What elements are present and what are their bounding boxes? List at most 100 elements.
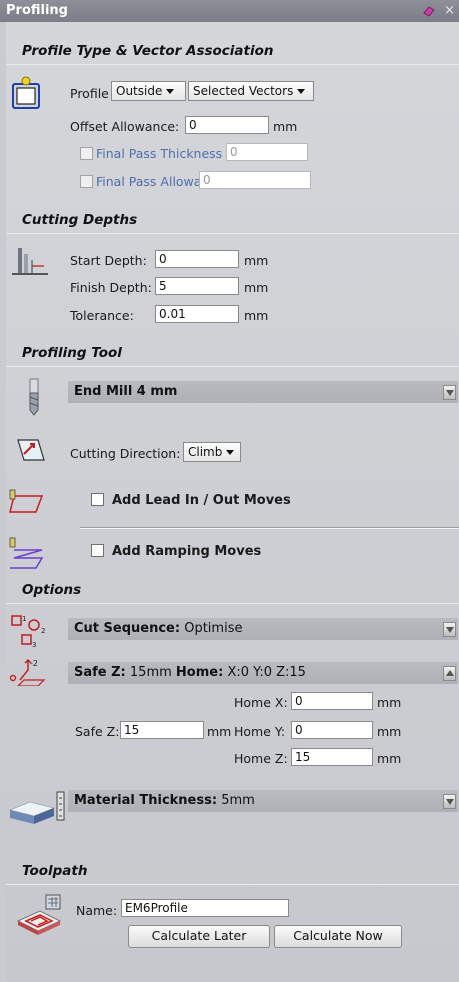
safe-z-bar-label: Safe Z: — [74, 665, 126, 680]
lead-in-checkbox[interactable] — [91, 493, 104, 506]
section-title-toolpath: Toolpath — [22, 863, 88, 879]
vectors-dropdown[interactable]: Selected Vectors — [188, 81, 314, 101]
section-title-options: Options — [22, 582, 82, 598]
chevron-down-icon — [226, 450, 235, 455]
ramping-label: Add Ramping Moves — [112, 544, 262, 559]
section-title-profile-type: Profile Type & Vector Association — [22, 43, 274, 59]
material-thickness-label: Material Thickness: — [74, 793, 218, 808]
safe-z-icon: -2 — [8, 656, 48, 689]
unit-label: mm — [273, 119, 298, 134]
svg-text:1: 1 — [22, 615, 26, 623]
profile-label: Profile — [70, 86, 109, 101]
unit-label: mm — [377, 724, 402, 739]
chevron-down-icon — [446, 390, 454, 396]
finish-depth-label: Finish Depth: — [70, 280, 152, 295]
svg-text:3: 3 — [32, 641, 36, 649]
chevron-up-icon — [446, 670, 454, 676]
unit-label: mm — [377, 695, 402, 710]
home-bar-label: Home: — [175, 665, 224, 680]
home-z-input[interactable]: 15 — [291, 748, 373, 766]
material-thickness-icon — [8, 786, 66, 829]
material-thickness-bar[interactable]: Material Thickness: 5mm — [68, 790, 458, 812]
ramping-icon — [8, 536, 48, 573]
section-divider — [6, 366, 459, 367]
chevron-down-icon — [446, 627, 454, 633]
profile-outside-icon — [10, 76, 44, 113]
section-title-profiling-tool: Profiling Tool — [22, 345, 122, 361]
safe-z-summary: Safe Z: 15mm Home: X:0 Y:0 Z:15 — [74, 665, 306, 680]
final-pass-thickness-label: Final Pass Thickness — [96, 146, 223, 161]
svg-text:-2: -2 — [30, 659, 38, 668]
cut-sequence-bar[interactable]: Cut Sequence: Optimise — [68, 618, 458, 640]
home-x-label: Home X: — [234, 695, 288, 710]
safe-z-collapse-toggle[interactable] — [443, 666, 456, 681]
profile-type-value: Outside — [116, 84, 163, 98]
section-divider — [6, 233, 459, 234]
cutting-depth-icon — [10, 246, 50, 285]
finish-depth-input[interactable]: 5 — [155, 277, 239, 295]
svg-text:2: 2 — [41, 627, 45, 635]
tool-expand-toggle[interactable] — [443, 385, 456, 400]
material-expand-toggle[interactable] — [443, 794, 456, 809]
cutting-direction-label: Cutting Direction: — [70, 446, 181, 461]
cut-sequence-label: Cut Sequence: — [74, 621, 181, 636]
toolpath-name-label: Name: — [76, 903, 118, 918]
chevron-down-icon — [297, 89, 306, 94]
unit-label: mm — [207, 724, 232, 739]
cutting-direction-value: Climb — [188, 445, 223, 459]
unit-label: mm — [377, 751, 402, 766]
tool-bar[interactable]: End Mill 4 mm — [68, 381, 458, 403]
cut-sequence-value: Optimise — [184, 621, 243, 636]
cut-sequence-text: Cut Sequence: Optimise — [74, 621, 242, 636]
unit-label: mm — [244, 253, 269, 268]
section-title-cutting-depths: Cutting Depths — [22, 212, 138, 228]
start-depth-input[interactable]: 0 — [155, 250, 239, 268]
tool-name: End Mill 4 mm — [74, 384, 178, 399]
start-depth-label: Start Depth: — [70, 253, 147, 268]
section-divider — [6, 64, 459, 65]
unit-label: mm — [244, 308, 269, 323]
material-thickness-value: 5mm — [221, 793, 255, 808]
ramping-checkbox[interactable] — [91, 544, 104, 557]
home-z-label: Home Z: — [234, 751, 288, 766]
tolerance-input[interactable]: 0.01 — [155, 305, 239, 323]
safe-z-bar[interactable]: Safe Z: 15mm Home: X:0 Y:0 Z:15 — [68, 662, 458, 684]
close-icon[interactable]: × — [444, 3, 455, 18]
title-bar: Profiling × — [0, 0, 459, 22]
lead-in-label: Add Lead In / Out Moves — [112, 493, 291, 508]
home-y-input[interactable]: 0 — [291, 721, 373, 739]
offset-allowance-input[interactable]: 0 — [185, 116, 269, 134]
cut-sequence-icon: 1 2 3 — [10, 613, 50, 652]
final-pass-allowance-checkbox[interactable] — [80, 175, 93, 188]
calculate-now-button[interactable]: Calculate Now — [274, 925, 402, 948]
section-divider — [6, 884, 459, 885]
home-bar-value: X:0 Y:0 Z:15 — [227, 665, 306, 680]
final-pass-allowance-input[interactable]: 0 — [199, 171, 311, 189]
cut-sequence-expand-toggle[interactable] — [443, 622, 456, 637]
safe-z-input[interactable]: 15 — [120, 721, 204, 739]
safe-z-label: Safe Z: — [75, 724, 120, 739]
safe-z-bar-value: 15mm — [129, 665, 172, 680]
offset-allowance-label: Offset Allowance: — [70, 119, 180, 134]
final-pass-thickness-input[interactable]: 0 — [226, 143, 308, 161]
calculate-later-button[interactable]: Calculate Later — [128, 925, 270, 948]
separator — [80, 527, 459, 529]
home-y-label: Home Y: — [234, 724, 286, 739]
pin-icon[interactable] — [422, 4, 436, 18]
material-thickness-text: Material Thickness: 5mm — [74, 793, 255, 808]
end-mill-icon — [24, 378, 44, 419]
cutting-direction-icon — [14, 434, 48, 467]
chevron-down-icon — [446, 799, 454, 805]
chevron-down-icon — [166, 89, 175, 94]
section-divider — [6, 603, 459, 604]
home-x-input[interactable]: 0 — [291, 692, 373, 710]
final-pass-thickness-checkbox[interactable] — [80, 147, 93, 160]
tolerance-label: Tolerance: — [70, 308, 134, 323]
profile-type-dropdown[interactable]: Outside — [111, 81, 186, 101]
cutting-direction-dropdown[interactable]: Climb — [183, 442, 241, 462]
toolpath-name-input[interactable]: EM6Profile — [121, 899, 289, 917]
toolpath-icon — [14, 893, 64, 940]
lead-in-icon — [8, 488, 48, 519]
window-title: Profiling — [6, 3, 68, 18]
unit-label: mm — [244, 280, 269, 295]
